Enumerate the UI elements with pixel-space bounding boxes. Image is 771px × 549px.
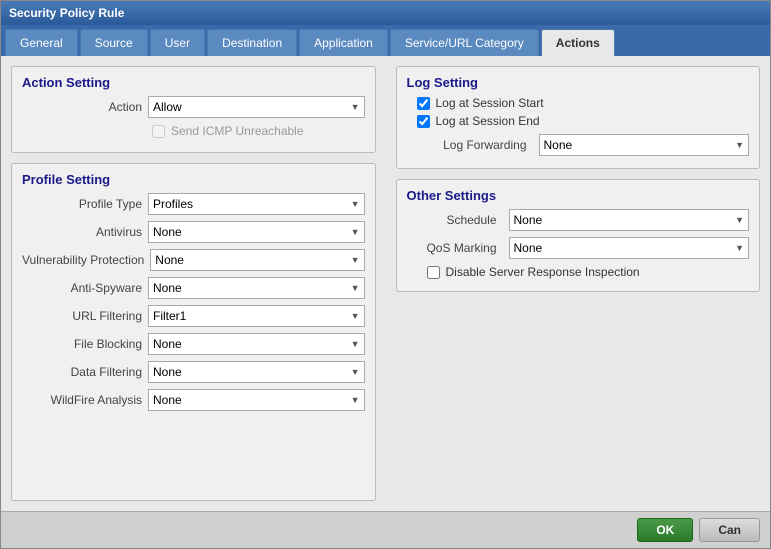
vuln-select[interactable]: None ▼ <box>150 249 364 271</box>
url-filtering-label: URL Filtering <box>22 309 142 323</box>
vuln-arrow: ▼ <box>351 255 360 265</box>
anti-spyware-row: Anti-Spyware None ▼ <box>22 277 365 299</box>
tab-general[interactable]: General <box>5 29 78 56</box>
schedule-value: None <box>514 213 736 227</box>
anti-spyware-select[interactable]: None ▼ <box>148 277 365 299</box>
disable-server-checkbox[interactable] <box>427 266 440 279</box>
url-filtering-value: Filter1 <box>153 309 351 323</box>
action-label: Action <box>22 100 142 114</box>
url-filtering-row: URL Filtering Filter1 ▼ <box>22 305 365 327</box>
profile-type-value: Profiles <box>153 197 351 211</box>
profile-setting-section: Profile Setting Profile Type Profiles ▼ … <box>11 163 376 501</box>
log-forwarding-label: Log Forwarding <box>427 138 527 152</box>
dialog-title: Security Policy Rule <box>9 6 124 20</box>
tab-actions[interactable]: Actions <box>541 29 615 56</box>
title-bar: Security Policy Rule <box>1 1 770 25</box>
log-forwarding-row: Log Forwarding None ▼ <box>407 134 750 156</box>
anti-spyware-arrow: ▼ <box>351 283 360 293</box>
left-panel: Action Setting Action Allow ▼ Send ICMP … <box>11 66 376 501</box>
log-session-start-checkbox[interactable] <box>417 97 430 110</box>
qos-arrow: ▼ <box>735 243 744 253</box>
qos-value: None <box>514 241 736 255</box>
log-session-end-label: Log at Session End <box>436 114 540 128</box>
profile-type-row: Profile Type Profiles ▼ <box>22 193 365 215</box>
tab-user[interactable]: User <box>150 29 205 56</box>
action-select[interactable]: Allow ▼ <box>148 96 365 118</box>
tabs-bar: General Source User Destination Applicat… <box>1 25 770 56</box>
antivirus-value: None <box>153 225 351 239</box>
vuln-value: None <box>155 253 350 267</box>
file-blocking-row: File Blocking None ▼ <box>22 333 365 355</box>
antivirus-row: Antivirus None ▼ <box>22 221 365 243</box>
file-blocking-arrow: ▼ <box>351 339 360 349</box>
tab-service-url[interactable]: Service/URL Category <box>390 29 539 56</box>
vuln-label: Vulnerability Protection <box>22 253 144 267</box>
data-filtering-value: None <box>153 365 351 379</box>
log-session-end-checkbox[interactable] <box>417 115 430 128</box>
log-setting-section: Log Setting Log at Session Start Log at … <box>396 66 761 169</box>
log-session-start-label: Log at Session Start <box>436 96 544 110</box>
schedule-row: Schedule None ▼ <box>407 209 750 231</box>
other-settings-section: Other Settings Schedule None ▼ QoS Marki… <box>396 179 761 292</box>
file-blocking-select[interactable]: None ▼ <box>148 333 365 355</box>
schedule-label: Schedule <box>407 213 497 227</box>
antivirus-arrow: ▼ <box>351 227 360 237</box>
schedule-select[interactable]: None ▼ <box>509 209 750 231</box>
log-forwarding-select[interactable]: None ▼ <box>539 134 750 156</box>
qos-row: QoS Marking None ▼ <box>407 237 750 259</box>
anti-spyware-label: Anti-Spyware <box>22 281 142 295</box>
wildfire-arrow: ▼ <box>351 395 360 405</box>
profile-type-select[interactable]: Profiles ▼ <box>148 193 365 215</box>
qos-select[interactable]: None ▼ <box>509 237 750 259</box>
wildfire-label: WildFire Analysis <box>22 393 142 407</box>
url-filtering-arrow: ▼ <box>351 311 360 321</box>
cancel-button[interactable]: Can <box>699 518 760 542</box>
action-setting-section: Action Setting Action Allow ▼ Send ICMP … <box>11 66 376 153</box>
tab-application[interactable]: Application <box>299 29 388 56</box>
antivirus-select[interactable]: None ▼ <box>148 221 365 243</box>
schedule-arrow: ▼ <box>735 215 744 225</box>
send-icmp-checkbox[interactable] <box>152 125 165 138</box>
log-forwarding-arrow: ▼ <box>735 140 744 150</box>
main-content: Action Setting Action Allow ▼ Send ICMP … <box>1 56 770 511</box>
ok-button[interactable]: OK <box>637 518 693 542</box>
tab-destination[interactable]: Destination <box>207 29 297 56</box>
footer: OK Can <box>1 511 770 548</box>
send-icmp-row: Send ICMP Unreachable <box>152 124 365 138</box>
send-icmp-label: Send ICMP Unreachable <box>171 124 304 138</box>
profile-type-label: Profile Type <box>22 197 142 211</box>
action-value: Allow <box>153 100 351 114</box>
log-session-start-row: Log at Session Start <box>407 96 750 110</box>
file-blocking-label: File Blocking <box>22 337 142 351</box>
wildfire-row: WildFire Analysis None ▼ <box>22 389 365 411</box>
log-setting-title: Log Setting <box>407 75 750 90</box>
disable-server-label: Disable Server Response Inspection <box>446 265 640 279</box>
data-filtering-label: Data Filtering <box>22 365 142 379</box>
data-filtering-select[interactable]: None ▼ <box>148 361 365 383</box>
vuln-row: Vulnerability Protection None ▼ <box>22 249 365 271</box>
other-settings-title: Other Settings <box>407 188 750 203</box>
disable-server-row: Disable Server Response Inspection <box>407 265 750 279</box>
qos-label: QoS Marking <box>407 241 497 255</box>
right-panel: Log Setting Log at Session Start Log at … <box>396 66 761 501</box>
file-blocking-value: None <box>153 337 351 351</box>
data-filtering-arrow: ▼ <box>351 367 360 377</box>
data-filtering-row: Data Filtering None ▼ <box>22 361 365 383</box>
url-filtering-select[interactable]: Filter1 ▼ <box>148 305 365 327</box>
log-forwarding-value: None <box>544 138 736 152</box>
tab-source[interactable]: Source <box>80 29 148 56</box>
profile-type-arrow: ▼ <box>351 199 360 209</box>
wildfire-select[interactable]: None ▼ <box>148 389 365 411</box>
dialog: Security Policy Rule General Source User… <box>0 0 771 549</box>
action-dropdown-arrow: ▼ <box>351 102 360 112</box>
log-session-end-row: Log at Session End <box>407 114 750 128</box>
anti-spyware-value: None <box>153 281 351 295</box>
profile-setting-title: Profile Setting <box>22 172 365 187</box>
wildfire-value: None <box>153 393 351 407</box>
antivirus-label: Antivirus <box>22 225 142 239</box>
action-field-row: Action Allow ▼ <box>22 96 365 118</box>
action-setting-title: Action Setting <box>22 75 365 90</box>
